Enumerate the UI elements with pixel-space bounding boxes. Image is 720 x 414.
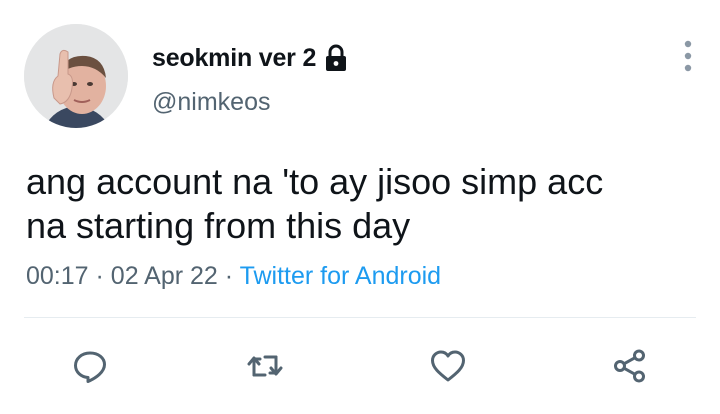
meta-separator: · bbox=[95, 262, 104, 290]
meta-separator: · bbox=[224, 262, 234, 290]
tweet-date[interactable]: 02 Apr 22 bbox=[111, 262, 218, 290]
thumbs-up-avatar-image bbox=[24, 24, 128, 128]
tweet-time[interactable]: 00:17 bbox=[26, 262, 89, 290]
avatar[interactable] bbox=[24, 24, 128, 128]
tweet-card: seokmin ver 2 @nimkeos ang account na 't… bbox=[0, 0, 720, 414]
more-vertical-icon[interactable] bbox=[678, 38, 698, 74]
lock-icon bbox=[324, 44, 348, 72]
like-button[interactable] bbox=[426, 344, 470, 388]
tweet-text: ang account na 'to ay jisoo simp acc na … bbox=[26, 161, 604, 246]
reply-button[interactable] bbox=[68, 344, 112, 388]
share-icon bbox=[614, 349, 645, 383]
user-handle[interactable]: @nimkeos bbox=[152, 88, 270, 117]
share-button[interactable] bbox=[608, 344, 652, 388]
divider bbox=[24, 317, 696, 318]
tweet-meta: 00:17 · 02 Apr 22 · Twitter for Android bbox=[26, 262, 441, 291]
user-name-row: seokmin ver 2 bbox=[152, 41, 348, 75]
heart-icon bbox=[431, 350, 465, 382]
retweet-icon bbox=[247, 355, 283, 377]
retweet-button[interactable] bbox=[243, 344, 287, 388]
action-bar bbox=[0, 344, 720, 388]
display-name[interactable]: seokmin ver 2 bbox=[152, 44, 316, 73]
reply-icon bbox=[74, 351, 106, 383]
tweet-source-link[interactable]: Twitter for Android bbox=[240, 262, 441, 290]
